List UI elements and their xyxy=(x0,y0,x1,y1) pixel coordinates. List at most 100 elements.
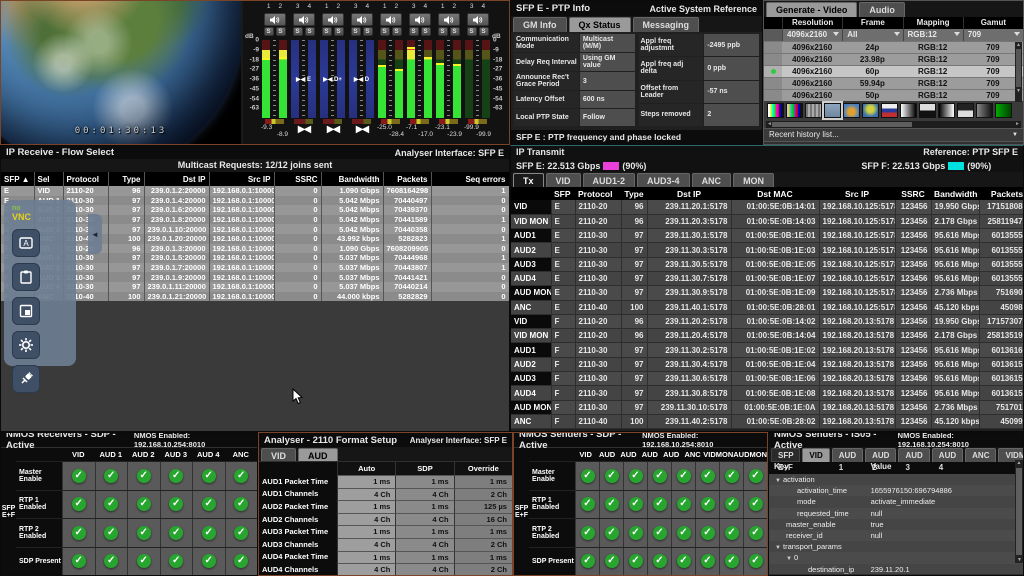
flow-row[interactable]: EVID2110-2096239.0.1.2:20000192.168.0.1:… xyxy=(1,186,509,196)
pattern-thumb-gray-bars[interactable] xyxy=(805,103,822,118)
pattern-thumb-75-bars[interactable] xyxy=(786,103,803,118)
column-header-packets[interactable]: Packets xyxy=(383,172,431,186)
status-cell-master-enable-aud-3[interactable]: ✓ xyxy=(647,462,671,490)
solo-button[interactable]: S xyxy=(409,27,419,36)
format-value-cell[interactable]: 16 Ch xyxy=(454,513,512,526)
tab-aud-1[interactable]: AUD 1 xyxy=(832,448,863,462)
pattern-horizontal-scrollbar[interactable]: ◄ ► xyxy=(766,121,1021,128)
solo-button[interactable]: S xyxy=(438,27,448,36)
status-cell-master-enable-aud-3[interactable]: ✓ xyxy=(160,462,193,490)
solo-button[interactable]: S xyxy=(334,27,344,36)
status-cell-rtp-2-enabled-audmon[interactable]: ✓ xyxy=(743,519,767,547)
tree-row-master-enable[interactable]: master_enabletrue xyxy=(769,519,1023,530)
column-header-sel[interactable]: Sel xyxy=(34,172,63,186)
mute-button[interactable] xyxy=(264,13,286,26)
format-value-cell[interactable]: 1 ms xyxy=(395,551,453,564)
status-cell-rtp-2-enabled-aud-4[interactable]: ✓ xyxy=(671,519,695,547)
status-cell-sdp-present-aud-3[interactable]: ✓ xyxy=(160,548,193,576)
format-value-cell[interactable]: 4 Ch xyxy=(337,513,395,526)
status-cell-sdp-present-aud-3[interactable]: ✓ xyxy=(647,548,671,576)
format-value-cell[interactable]: 1 ms xyxy=(395,475,453,488)
generate-standard-row[interactable]: 4096x216050pRGB:12709 xyxy=(764,89,1023,101)
transmit-flow-row[interactable]: VIDE2110-2096239.11.20.1:517801:00:5E:0B… xyxy=(511,200,1024,214)
tree-row-activation[interactable]: ▼activation xyxy=(769,474,1023,485)
column-header-type[interactable]: Type xyxy=(621,187,647,200)
status-cell-sdp-present-vid[interactable]: ✓ xyxy=(575,548,599,576)
status-cell-master-enable-aud-4[interactable]: ✓ xyxy=(192,462,225,490)
solo-button[interactable]: S xyxy=(421,27,431,36)
status-cell-rtp-1-enabled-aud-3[interactable]: ✓ xyxy=(160,491,193,519)
generate-standard-row[interactable]: 4096x216023.98pRGB:12709 xyxy=(764,53,1023,65)
transmit-flow-row[interactable]: AUD4F2110-3097239.11.30.8:517801:00:5E:0… xyxy=(511,386,1024,400)
solo-button[interactable]: S xyxy=(264,27,274,36)
format-value-cell[interactable]: 2 Ch xyxy=(454,538,512,551)
solo-button[interactable]: S xyxy=(363,27,373,36)
column-header-dst-ip[interactable]: Dst IP xyxy=(647,187,731,200)
transmit-flow-row[interactable]: ANCF2110-40100239.11.40.2:517801:00:5E:0… xyxy=(511,414,1024,428)
status-cell-master-enable-anc[interactable]: ✓ xyxy=(225,462,258,490)
column-header-type[interactable]: Type xyxy=(108,172,144,186)
tab-aud-3[interactable]: AUD 3 xyxy=(898,448,929,462)
tree-row-mode[interactable]: modeactivate_immediate xyxy=(769,496,1023,507)
status-cell-rtp-2-enabled-aud-3[interactable]: ✓ xyxy=(647,519,671,547)
tab-aud-2[interactable]: AUD 2 xyxy=(865,448,896,462)
status-cell-sdp-present-anc[interactable]: ✓ xyxy=(695,548,719,576)
format-value-cell[interactable]: 125 µs xyxy=(454,500,512,513)
format-value-cell[interactable]: 4 Ch xyxy=(395,563,453,576)
transmit-flow-row[interactable]: AUD3E2110-3097239.11.30.5:517801:00:5E:0… xyxy=(511,257,1024,271)
status-cell-rtp-1-enabled-audmon[interactable]: ✓ xyxy=(743,491,767,519)
mute-button[interactable] xyxy=(438,13,460,26)
status-cell-rtp-2-enabled-aud-3[interactable]: ✓ xyxy=(160,519,193,547)
format-value-cell[interactable]: 4 Ch xyxy=(337,488,395,501)
tab-tx[interactable]: Tx xyxy=(513,173,544,187)
transmit-flow-row[interactable]: AUD MONF2110-3097239.11.30.10:517801:00:… xyxy=(511,400,1024,414)
column-header-label[interactable] xyxy=(511,187,551,200)
tab-vid[interactable]: VID xyxy=(261,448,296,461)
format-value-cell[interactable]: 1 ms xyxy=(337,500,395,513)
status-cell-rtp-2-enabled-aud-2[interactable]: ✓ xyxy=(127,519,160,547)
status-cell-master-enable-aud-2[interactable]: ✓ xyxy=(127,462,160,490)
status-cell-rtp-1-enabled-anc[interactable]: ✓ xyxy=(225,491,258,519)
generate-standard-row[interactable]: 4096x216059.94pRGB:12709 xyxy=(764,77,1023,89)
pattern-thumb-zone-plate-1[interactable] xyxy=(843,103,860,118)
transmit-flow-row[interactable]: AUD1E2110-3097239.11.30.1:517801:00:5E:0… xyxy=(511,229,1024,243)
scroll-right-icon[interactable]: ► xyxy=(1015,121,1020,128)
transmit-flow-row[interactable]: ANCE2110-40100239.11.40.1:517801:00:5E:0… xyxy=(511,300,1024,314)
status-cell-rtp-1-enabled-vid[interactable]: ✓ xyxy=(575,491,599,519)
transmit-flow-row[interactable]: AUD2E2110-3097239.11.30.3:517801:00:5E:0… xyxy=(511,243,1024,257)
tab-gm-info[interactable]: GM Info xyxy=(513,17,567,32)
status-cell-sdp-present-vid[interactable]: ✓ xyxy=(62,548,95,576)
status-cell-sdp-present-aud-1[interactable]: ✓ xyxy=(95,548,128,576)
status-cell-rtp-1-enabled-vidmon[interactable]: ✓ xyxy=(719,491,743,519)
transmit-flow-row[interactable]: AUD3F2110-3097239.11.30.6:517801:00:5E:0… xyxy=(511,372,1024,386)
mute-button[interactable] xyxy=(293,13,315,26)
mute-button[interactable] xyxy=(322,13,344,26)
status-cell-rtp-2-enabled-vidmon[interactable]: ✓ xyxy=(719,519,743,547)
solo-button[interactable]: S xyxy=(322,27,332,36)
transmit-flow-row[interactable]: AUD MONE2110-3097239.11.30.9:517801:00:5… xyxy=(511,286,1024,300)
pattern-thumb-zone-plate-2[interactable] xyxy=(862,103,879,118)
pattern-thumb-split-field-1[interactable] xyxy=(919,103,936,118)
format-value-cell[interactable]: 1 ms xyxy=(395,525,453,538)
generate-standard-row[interactable]: 4096x216060pRGB:12709 xyxy=(764,65,1023,77)
tree-row-requested-time[interactable]: requested_timenull xyxy=(769,508,1023,519)
generate-standard-row[interactable]: 4096x216024pRGB:12709 xyxy=(764,41,1023,53)
pattern-thumb-white-ramp[interactable] xyxy=(900,103,917,118)
extra-keys-button[interactable]: A xyxy=(12,229,40,257)
pattern-thumb-split-field-2[interactable] xyxy=(957,103,974,118)
mute-button[interactable] xyxy=(351,13,373,26)
column-header-packets[interactable]: Packets xyxy=(979,187,1024,200)
solo-button[interactable]: S xyxy=(380,27,390,36)
tab-aud[interactable]: AUD xyxy=(298,448,338,461)
status-cell-rtp-1-enabled-aud-4[interactable]: ✓ xyxy=(671,491,695,519)
status-cell-rtp-1-enabled-anc[interactable]: ✓ xyxy=(695,491,719,519)
solo-button[interactable]: S xyxy=(351,27,361,36)
status-cell-master-enable-vid[interactable]: ✓ xyxy=(62,462,95,490)
status-cell-rtp-1-enabled-aud-1[interactable]: ✓ xyxy=(599,491,623,519)
tab-audio[interactable]: Audio xyxy=(859,2,905,17)
status-cell-rtp-2-enabled-anc[interactable]: ✓ xyxy=(225,519,258,547)
column-header-gamut[interactable]: Gamut xyxy=(963,17,1023,29)
format-value-cell[interactable]: 1 ms xyxy=(337,525,395,538)
filter-dropdown-resolution[interactable]: 4096x2160 xyxy=(782,29,842,41)
solo-button[interactable]: S xyxy=(392,27,402,36)
